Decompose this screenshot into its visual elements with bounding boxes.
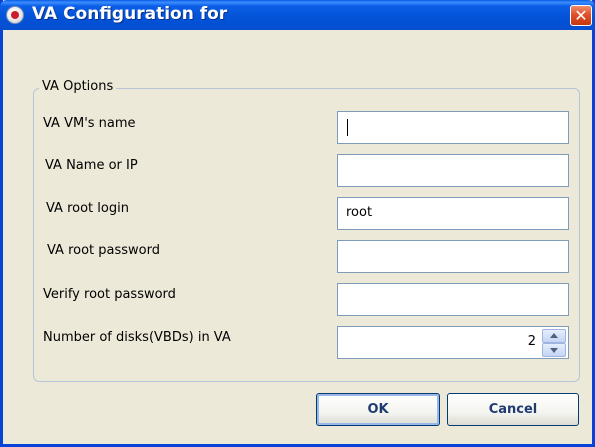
spinner-buttons bbox=[542, 329, 566, 357]
root-login-input[interactable]: root bbox=[337, 197, 569, 230]
ok-button[interactable]: OK bbox=[316, 393, 440, 426]
num-disks-value: 2 bbox=[527, 334, 536, 349]
vm-name-label: VA VM's name bbox=[43, 116, 136, 131]
title-bar[interactable]: VA Configuration for ✕ bbox=[0, 0, 595, 30]
root-login-value: root bbox=[346, 205, 373, 220]
text-caret bbox=[347, 119, 348, 136]
app-icon bbox=[6, 6, 24, 24]
spinner-down-arrow-icon[interactable] bbox=[542, 343, 566, 357]
num-disks-spinner[interactable]: 2 bbox=[337, 326, 569, 359]
group-legend: VA Options bbox=[39, 79, 117, 94]
root-password-input[interactable] bbox=[337, 240, 569, 273]
root-password-label: VA root password bbox=[47, 243, 161, 258]
verify-password-input[interactable] bbox=[337, 283, 569, 316]
spinner-up-arrow-icon[interactable] bbox=[542, 329, 566, 343]
root-login-label: VA root login bbox=[46, 201, 129, 216]
close-icon: ✕ bbox=[574, 5, 588, 25]
cancel-button[interactable]: Cancel bbox=[447, 393, 579, 426]
verify-password-label: Verify root password bbox=[43, 287, 176, 302]
name-or-ip-input[interactable] bbox=[337, 154, 569, 187]
close-button[interactable]: ✕ bbox=[570, 5, 592, 26]
name-or-ip-label: VA Name or IP bbox=[45, 158, 138, 173]
vm-name-input[interactable] bbox=[337, 111, 569, 144]
num-disks-label: Number of disks(VBDs) in VA bbox=[43, 330, 231, 345]
window-title: VA Configuration for bbox=[32, 4, 228, 24]
